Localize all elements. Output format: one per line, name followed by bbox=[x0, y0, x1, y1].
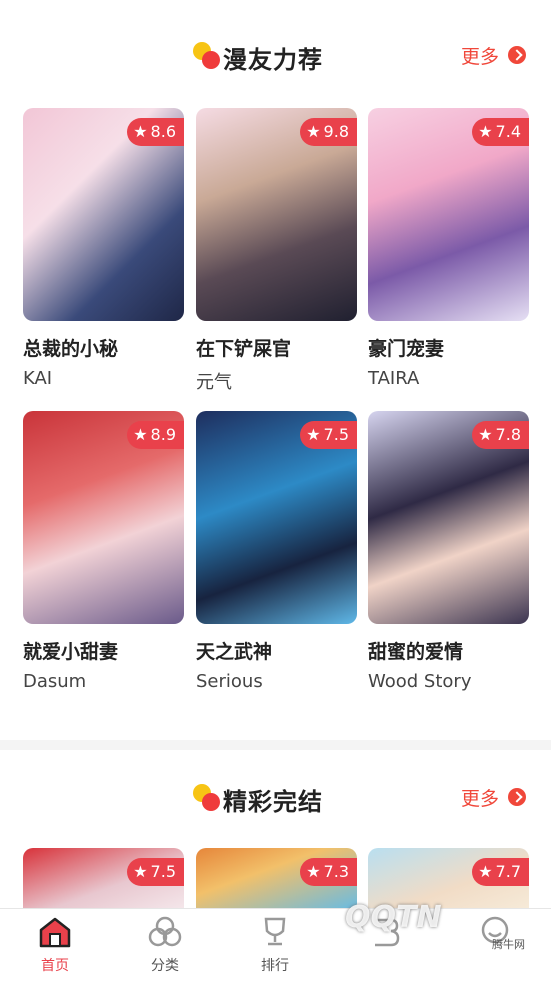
rating-badge: ★ 9.8 bbox=[300, 118, 357, 146]
star-icon: ★ bbox=[133, 122, 148, 141]
comic-cover[interactable]: ★ 7.8 bbox=[368, 411, 529, 624]
comic-author: KAI bbox=[23, 368, 53, 389]
comic-cover[interactable]: ★ 9.8 bbox=[196, 108, 357, 321]
comic-author: TAIRA bbox=[368, 368, 420, 389]
rating-badge: ★ 7.3 bbox=[300, 858, 357, 886]
tab-label: 排行 bbox=[261, 958, 289, 974]
star-icon: ★ bbox=[306, 122, 321, 141]
comic-title[interactable]: 就爱小甜妻 bbox=[23, 637, 118, 664]
rating-badge: ★ 7.8 bbox=[472, 421, 529, 449]
chevron-right-icon[interactable] bbox=[508, 788, 526, 806]
rating-value: 9.8 bbox=[323, 122, 349, 141]
comic-title[interactable]: 甜蜜的爱情 bbox=[368, 637, 463, 664]
rating-badge: ★ 7.5 bbox=[127, 858, 184, 886]
comic-title[interactable]: 总裁的小秘 bbox=[23, 334, 118, 361]
comic-title[interactable]: 天之武神 bbox=[196, 637, 272, 664]
comic-card[interactable]: ★ 7.8 甜蜜的爱情 Wood Story bbox=[368, 411, 529, 692]
comic-card[interactable]: ★ 7.5 天之武神 Serious bbox=[196, 411, 357, 692]
rating-value: 7.7 bbox=[495, 862, 521, 881]
watermark: QQTN bbox=[345, 900, 442, 935]
tab-label: 首页 bbox=[41, 958, 69, 974]
comic-title[interactable]: 在下铲屎官 bbox=[196, 334, 291, 361]
comic-card[interactable]: ★ 7.4 豪门宠妻 TAIRA bbox=[368, 108, 529, 389]
comic-author: 元气 bbox=[196, 372, 232, 393]
comic-author: Wood Story bbox=[368, 671, 472, 692]
chevron-right-icon[interactable] bbox=[508, 46, 526, 64]
rating-badge: ★ 8.9 bbox=[127, 421, 184, 449]
star-icon: ★ bbox=[478, 122, 493, 141]
star-icon: ★ bbox=[133, 862, 148, 881]
rating-value: 7.5 bbox=[323, 425, 349, 444]
comic-cover[interactable]: ★ 7.7 bbox=[368, 848, 529, 908]
rating-value: 8.9 bbox=[150, 425, 176, 444]
comic-cover[interactable]: ★ 7.5 bbox=[196, 411, 357, 624]
comic-cover[interactable]: ★ 7.5 bbox=[23, 848, 184, 908]
comic-card[interactable]: ★ 9.8 在下铲屎官 元气 bbox=[196, 108, 357, 393]
comic-author: Dasum bbox=[23, 671, 87, 692]
trophy-icon bbox=[255, 915, 295, 949]
rating-value: 7.4 bbox=[495, 122, 521, 141]
section-divider bbox=[0, 740, 551, 750]
comic-author: Serious bbox=[196, 671, 263, 692]
more-link[interactable]: 更多 bbox=[461, 784, 499, 811]
rating-value: 7.3 bbox=[323, 862, 349, 881]
comic-cover[interactable]: ★ 8.9 bbox=[23, 411, 184, 624]
tab-ranking[interactable]: 排行 bbox=[235, 915, 315, 975]
rating-value: 7.8 bbox=[495, 425, 521, 444]
more-link[interactable]: 更多 bbox=[461, 42, 499, 69]
comic-cover[interactable]: ★ 7.4 bbox=[368, 108, 529, 321]
star-icon: ★ bbox=[478, 425, 493, 444]
section-header-completed: 精彩完结 更多 bbox=[0, 772, 551, 832]
rating-value: 7.5 bbox=[150, 862, 176, 881]
tab-label: 分类 bbox=[151, 958, 179, 974]
logo-icon bbox=[193, 42, 220, 69]
rating-value: 8.6 bbox=[150, 122, 176, 141]
category-icon bbox=[145, 915, 185, 949]
rating-badge: ★ 7.5 bbox=[300, 421, 357, 449]
rating-badge: ★ 8.6 bbox=[127, 118, 184, 146]
rating-badge: ★ 7.7 bbox=[472, 858, 529, 886]
star-icon: ★ bbox=[306, 862, 321, 881]
comic-card[interactable]: ★ 8.9 就爱小甜妻 Dasum bbox=[23, 411, 184, 692]
watermark-small: 腾牛网 bbox=[492, 938, 525, 951]
comic-title[interactable]: 豪门宠妻 bbox=[368, 334, 444, 361]
tab-category[interactable]: 分类 bbox=[125, 915, 205, 975]
rating-badge: ★ 7.4 bbox=[472, 118, 529, 146]
comic-cover[interactable]: ★ 7.3 bbox=[196, 848, 357, 908]
section-header-recommend: 漫友力荐 更多 bbox=[0, 30, 551, 90]
star-icon: ★ bbox=[133, 425, 148, 444]
comic-cover[interactable]: ★ 8.6 bbox=[23, 108, 184, 321]
logo-icon bbox=[193, 784, 220, 811]
star-icon: ★ bbox=[306, 425, 321, 444]
bottom-tab-bar: 首页 分类 排行 bbox=[0, 908, 551, 982]
home-icon bbox=[35, 915, 75, 949]
star-icon: ★ bbox=[478, 862, 493, 881]
tab-home[interactable]: 首页 bbox=[15, 915, 95, 975]
section-title: 漫友力荐 bbox=[223, 46, 323, 74]
comic-card[interactable]: ★ 8.6 总裁的小秘 KAI bbox=[23, 108, 184, 389]
section-title: 精彩完结 bbox=[223, 788, 323, 816]
